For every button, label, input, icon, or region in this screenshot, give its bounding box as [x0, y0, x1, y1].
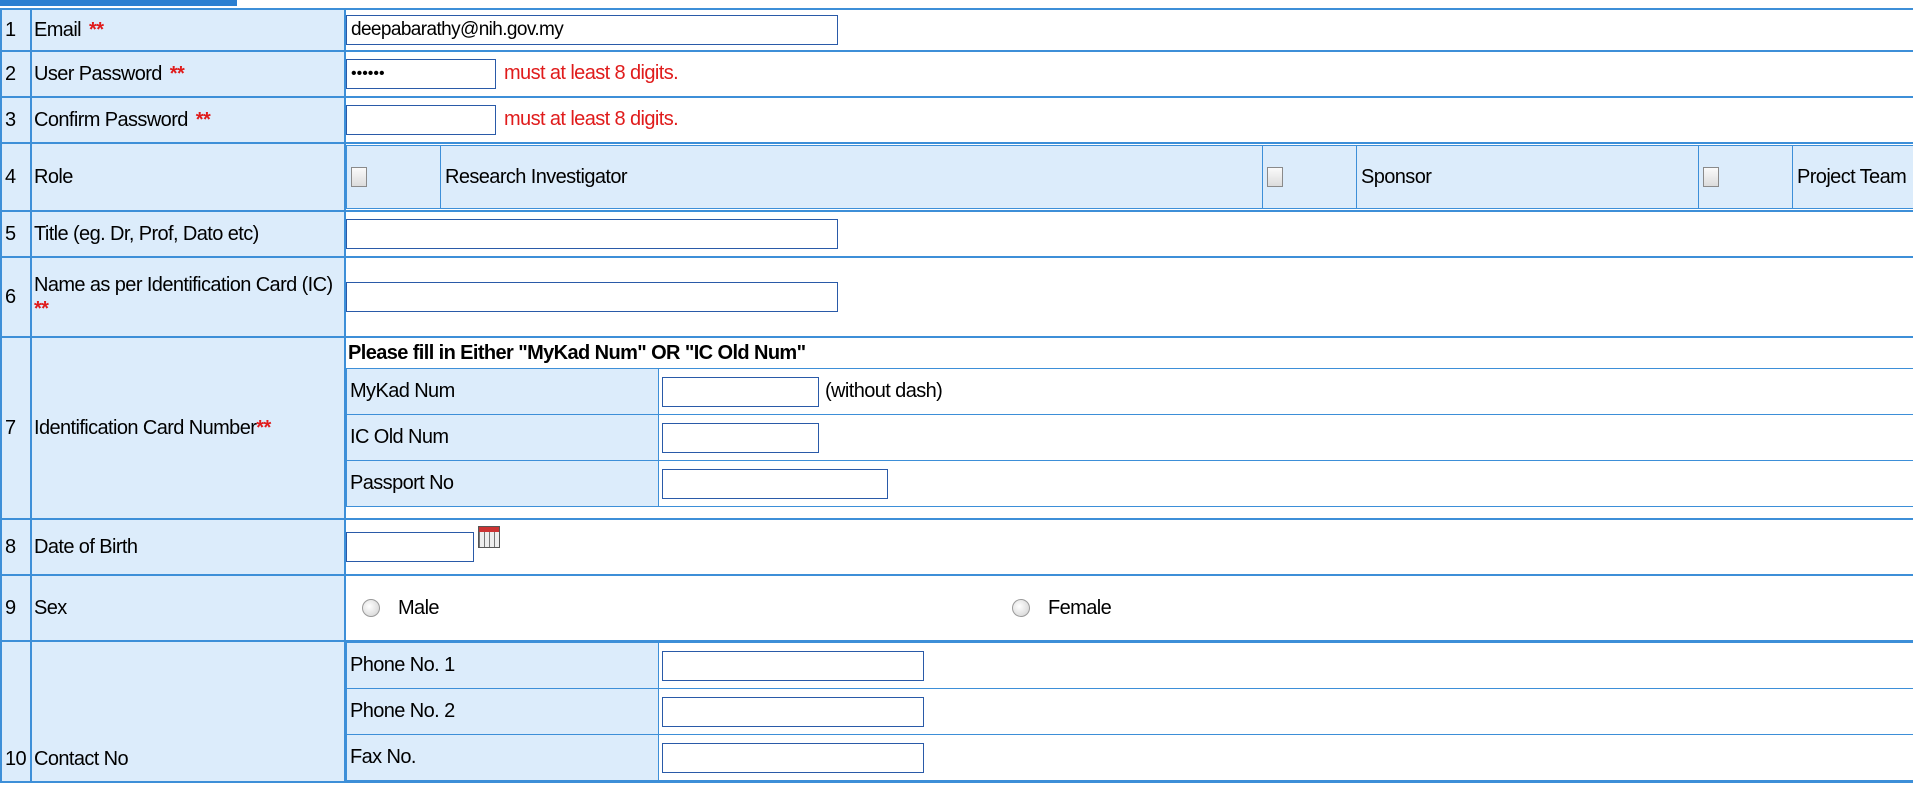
form-row-dob: 8 Date of Birth: [0, 518, 1913, 576]
row-number: 8: [0, 518, 32, 576]
ic-old-row: IC Old Num: [346, 414, 1913, 461]
role-option-label: Sponsor: [1356, 145, 1699, 209]
row-number: 5: [0, 210, 32, 258]
dob-input[interactable]: [346, 532, 474, 562]
registration-form-table: 1 Email ** deepabarathy@nih.gov.my 2 User…: [0, 8, 1913, 783]
form-row-name: 6 Name as per Identification Card (IC) **: [0, 256, 1913, 338]
phone2-row: Phone No. 2: [346, 688, 1913, 735]
required-marker: **: [34, 298, 49, 320]
row-number: 9: [0, 574, 32, 642]
mykad-note: (without dash): [825, 379, 943, 402]
row-number: 7: [0, 336, 32, 520]
passport-row: Passport No: [346, 460, 1913, 507]
calendar-icon[interactable]: [478, 526, 500, 548]
mykad-row: MyKad Num (without dash): [346, 368, 1913, 415]
dob-label: Date of Birth: [30, 518, 346, 576]
phone1-row: Phone No. 1: [346, 642, 1913, 689]
ic-instruction: Please fill in Either "MyKad Num" OR "IC…: [348, 342, 806, 364]
sex-label: Sex: [30, 574, 346, 642]
role-option-label: Project Team: [1792, 145, 1913, 209]
password-hint: must at least 8 digits.: [504, 62, 679, 85]
form-row-ic-number: 7 Identification Card Number** Please fi…: [0, 336, 1913, 520]
password-label: User Password **: [30, 50, 346, 98]
sex-male-radio[interactable]: [362, 599, 380, 617]
phone1-label: Phone No. 1: [346, 642, 659, 689]
phone1-input[interactable]: [662, 650, 924, 681]
email-label: Email **: [30, 8, 346, 52]
row-number: 1: [0, 8, 32, 52]
role-sponsor-checkbox[interactable]: [1267, 167, 1283, 188]
fax-label: Fax No.: [346, 734, 659, 781]
mykad-input[interactable]: [662, 376, 819, 407]
form-row-sex: 9 Sex Male Female: [0, 574, 1913, 642]
confirm-password-input[interactable]: [346, 105, 496, 135]
ic-number-label: Identification Card Number**: [30, 336, 346, 520]
row-number: 3: [0, 96, 32, 144]
form-row-password: 2 User Password ** •••••• must at least 8 …: [0, 50, 1913, 98]
ic-old-input[interactable]: [662, 422, 819, 453]
role-options: Research Investigator Sponsor Project Te…: [346, 145, 1913, 209]
sex-option-label: Female: [1048, 596, 1112, 619]
passport-input[interactable]: [662, 468, 888, 499]
name-label: Name as per Identification Card (IC) **: [30, 256, 346, 338]
fax-row: Fax No.: [346, 734, 1913, 781]
contact-fields: Phone No. 1 Phone No. 2 Fax No.: [346, 642, 1913, 781]
confirm-password-label: Confirm Password **: [30, 96, 346, 144]
contact-label: Contact No: [30, 640, 346, 783]
row-number: 4: [0, 142, 32, 212]
role-project-team-checkbox[interactable]: [1703, 167, 1719, 188]
section-tab-indicator: [0, 0, 237, 6]
password-input[interactable]: ••••••: [346, 59, 496, 89]
phone2-label: Phone No. 2: [346, 688, 659, 735]
form-row-contact: 10 Contact No Phone No. 1 Phone No. 2 Fa…: [0, 640, 1913, 783]
sex-female-radio[interactable]: [1012, 599, 1030, 617]
required-marker: **: [256, 417, 271, 439]
fax-input[interactable]: [662, 742, 924, 773]
form-row-title: 5 Title (eg. Dr, Prof, Dato etc): [0, 210, 1913, 258]
role-label: Role: [30, 142, 346, 212]
confirm-password-hint: must at least 8 digits.: [504, 108, 679, 131]
email-input[interactable]: deepabarathy@nih.gov.my: [346, 15, 838, 45]
required-marker: **: [89, 19, 104, 41]
ic-old-label: IC Old Num: [346, 414, 659, 461]
form-row-email: 1 Email ** deepabarathy@nih.gov.my: [0, 8, 1913, 52]
title-label: Title (eg. Dr, Prof, Dato etc): [30, 210, 346, 258]
required-marker: **: [169, 63, 185, 85]
role-research-investigator-checkbox[interactable]: [351, 167, 367, 188]
required-marker: **: [195, 109, 211, 131]
row-number: 10: [0, 640, 32, 783]
role-option-label: Research Investigator: [440, 145, 1263, 209]
title-input[interactable]: [346, 219, 838, 249]
passport-label: Passport No: [346, 460, 659, 507]
row-number: 2: [0, 50, 32, 98]
name-input[interactable]: [346, 282, 838, 312]
sex-option-label: Male: [398, 596, 440, 619]
mykad-label: MyKad Num: [346, 368, 659, 415]
phone2-input[interactable]: [662, 696, 924, 727]
form-row-role: 4 Role Research Investigator Sponsor Pro…: [0, 142, 1913, 212]
form-row-confirm-password: 3 Confirm Password ** must at least 8 dig…: [0, 96, 1913, 144]
ic-fields: MyKad Num (without dash) IC Old Num Pass…: [346, 368, 1913, 507]
row-number: 6: [0, 256, 32, 338]
